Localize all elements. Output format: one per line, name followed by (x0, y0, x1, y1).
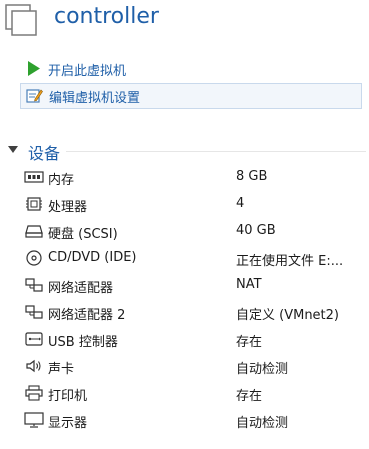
device-value: 8 GB (236, 169, 268, 184)
cd-dvd-icon (24, 250, 44, 266)
device-name: 网络适配器 (48, 281, 114, 296)
device-row-network-adapter-2[interactable]: 网络适配器 2 自定义 (VMnet2) (0, 299, 369, 326)
usb-icon (24, 331, 44, 347)
memory-icon (24, 169, 44, 185)
device-name: 处理器 (48, 200, 88, 215)
device-row-display[interactable]: 显示器 自动检测 (0, 407, 369, 434)
device-name: USB 控制器 (48, 335, 118, 350)
device-value: 40 GB (236, 223, 276, 238)
device-row-printer[interactable]: 打印机 存在 (0, 380, 369, 407)
device-row-hard-disk[interactable]: 硬盘 (SCSI) 40 GB (0, 218, 369, 245)
device-list: 内存 8 GB 处理器 4 硬盘 (SCSI) 40 GB CD/DVD (ID… (0, 164, 369, 434)
device-row-cpu[interactable]: 处理器 4 (0, 191, 369, 218)
device-row-cd-dvd[interactable]: CD/DVD (IDE) 正在使用文件 E:... (0, 245, 369, 272)
device-name: 打印机 (48, 389, 88, 404)
device-row-usb[interactable]: USB 控制器 存在 (0, 326, 369, 353)
edit-settings-icon (26, 87, 43, 104)
device-value: 存在 (236, 335, 263, 350)
sound-icon (24, 358, 44, 374)
device-value: 自动检测 (236, 362, 289, 377)
printer-icon (24, 385, 44, 401)
device-value: 自定义 (VMnet2) (236, 308, 339, 323)
device-value: 自动检测 (236, 416, 289, 431)
device-value: 4 (236, 196, 245, 211)
power-on-action[interactable]: 开启此虚拟机 (20, 57, 360, 81)
cpu-icon (24, 196, 44, 212)
device-name: 网络适配器 2 (48, 308, 126, 323)
network-adapter-icon (24, 304, 44, 320)
hard-disk-icon (24, 223, 44, 239)
network-adapter-icon (24, 277, 44, 293)
vm-icon (4, 3, 38, 37)
display-icon (24, 412, 44, 428)
device-name: 硬盘 (SCSI) (48, 227, 118, 242)
vm-header: controller (0, 0, 369, 44)
device-row-network-adapter[interactable]: 网络适配器 NAT (0, 272, 369, 299)
device-value: NAT (236, 277, 262, 292)
collapse-arrow-icon[interactable] (8, 146, 18, 153)
section-divider (66, 151, 366, 152)
device-row-memory[interactable]: 内存 8 GB (0, 164, 369, 191)
device-name: 声卡 (48, 362, 75, 377)
power-on-label: 开启此虚拟机 (48, 64, 127, 79)
power-on-icon (25, 60, 42, 77)
device-row-sound[interactable]: 声卡 自动检测 (0, 353, 369, 380)
edit-settings-action[interactable]: 编辑虚拟机设置 (20, 83, 362, 109)
device-name: 显示器 (48, 416, 88, 431)
vm-title: controller (54, 4, 159, 29)
device-value: 存在 (236, 389, 263, 404)
edit-settings-label: 编辑虚拟机设置 (49, 91, 141, 106)
device-name: CD/DVD (IDE) (48, 250, 137, 265)
devices-section-header[interactable]: 设备 (0, 140, 369, 163)
devices-section-label: 设备 (28, 144, 61, 163)
device-name: 内存 (48, 173, 75, 188)
device-value: 正在使用文件 E:... (236, 254, 344, 269)
